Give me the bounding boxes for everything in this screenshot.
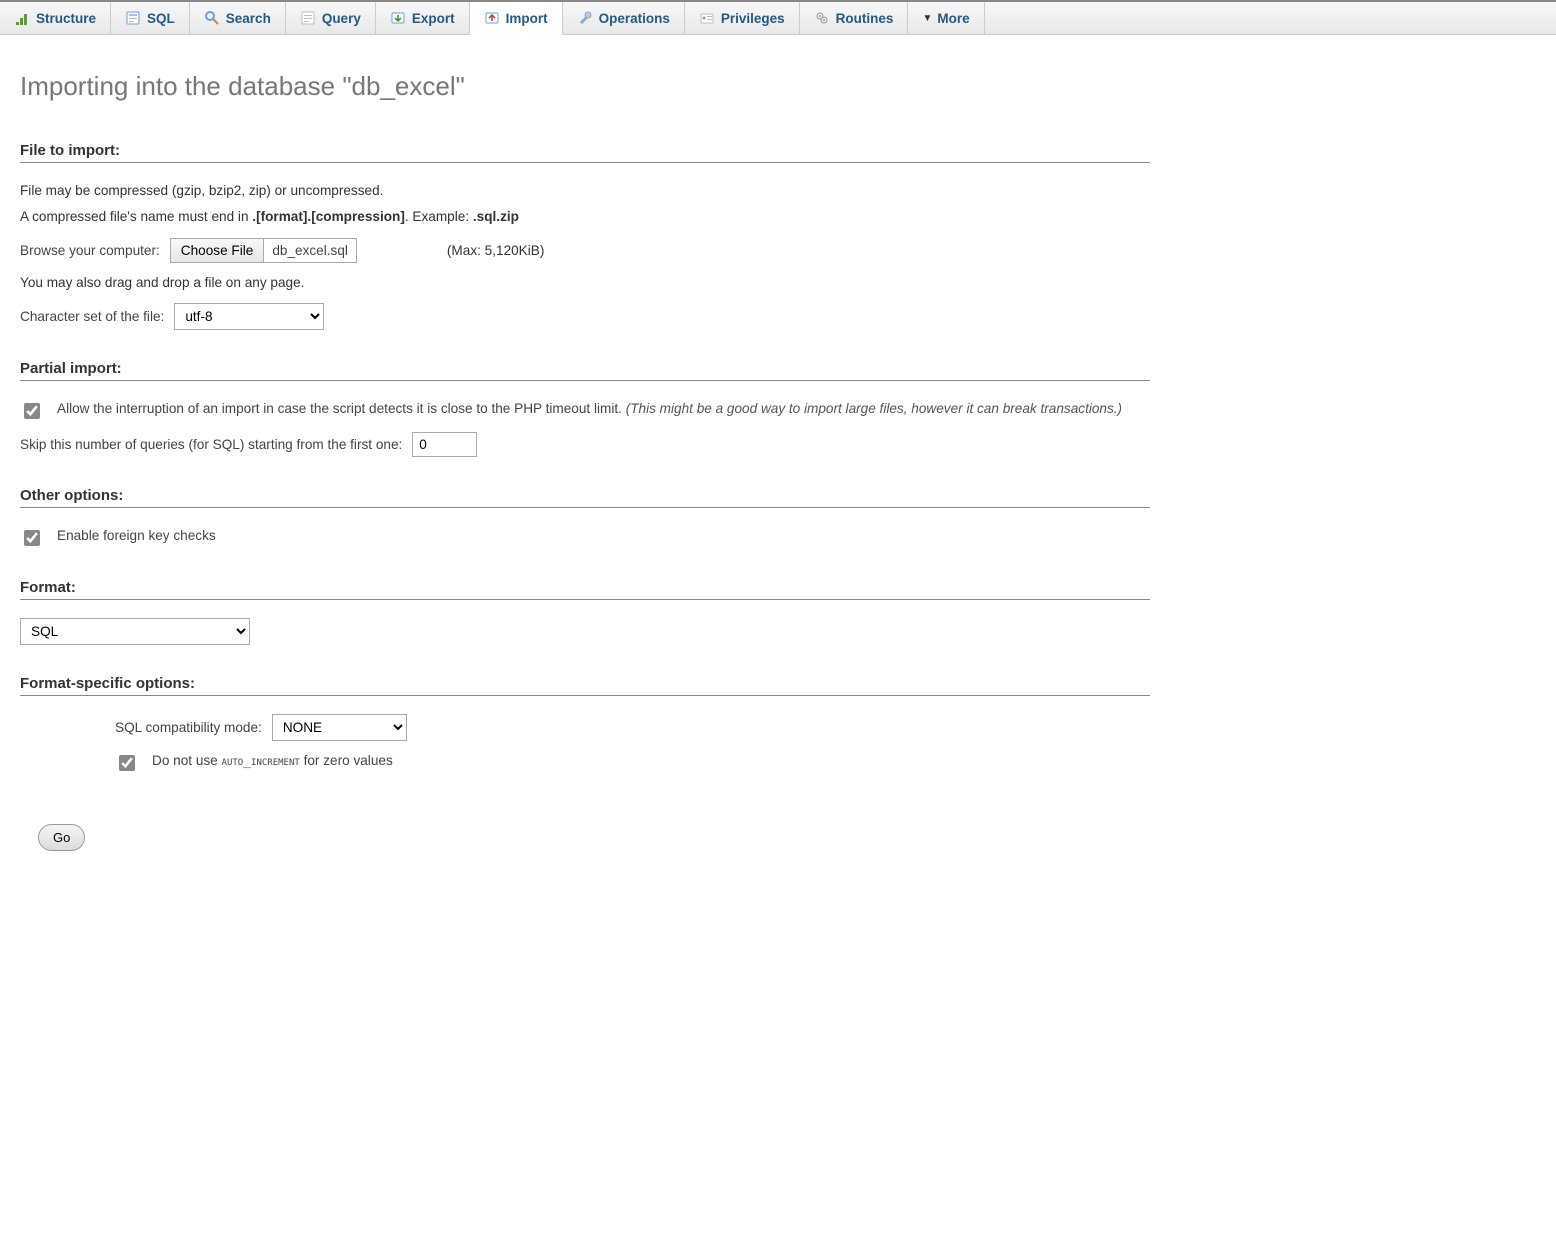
allow-interrupt-checkbox[interactable]	[24, 403, 40, 419]
section-partial-import: Partial import:	[20, 360, 1150, 381]
go-button[interactable]: Go	[38, 824, 85, 851]
export-icon	[390, 10, 406, 26]
choose-file-button[interactable]: Choose File	[171, 239, 265, 262]
tab-label: Operations	[599, 11, 670, 26]
tab-label: Routines	[836, 11, 894, 26]
sql-compat-select[interactable]: NONE	[272, 714, 407, 741]
top-tabs: Structure SQL Search Query Export Import	[0, 0, 1556, 35]
chosen-file-name: db_excel.sql	[264, 239, 356, 262]
fk-checks-label: Enable foreign key checks	[57, 526, 216, 546]
sql-icon	[125, 10, 141, 26]
section-other-options: Other options:	[20, 487, 1150, 508]
no-autoincrement-label: Do not use auto_increment for zero value…	[152, 751, 393, 772]
allow-interrupt-label: Allow the interruption of an import in c…	[57, 399, 1122, 419]
structure-icon	[14, 10, 30, 26]
tab-export[interactable]: Export	[376, 2, 470, 34]
tab-label: Privileges	[721, 11, 785, 26]
skip-queries-label: Skip this number of queries (for SQL) st…	[20, 437, 402, 452]
operations-icon	[577, 10, 593, 26]
routines-icon	[814, 10, 830, 26]
tab-operations[interactable]: Operations	[563, 2, 685, 34]
section-format-specific: Format-specific options:	[20, 675, 1150, 696]
sql-compat-label: SQL compatibility mode:	[115, 720, 262, 735]
tab-import[interactable]: Import	[470, 2, 563, 35]
no-autoincrement-checkbox[interactable]	[119, 755, 135, 771]
tab-label: Export	[412, 11, 455, 26]
search-icon	[204, 10, 220, 26]
query-icon	[300, 10, 316, 26]
chevron-down-icon: ▼	[922, 13, 932, 24]
tab-sql[interactable]: SQL	[111, 2, 190, 34]
tab-label: Search	[226, 11, 271, 26]
file-compressed-note: File may be compressed (gzip, bzip2, zip…	[20, 181, 1150, 201]
fk-checks-checkbox[interactable]	[24, 530, 40, 546]
main-content: Importing into the database "db_excel" F…	[0, 35, 1170, 891]
section-format: Format:	[20, 579, 1150, 600]
section-file-to-import: File to import:	[20, 142, 1150, 163]
dragdrop-note: You may also drag and drop a file on any…	[20, 273, 1150, 293]
privileges-icon	[699, 10, 715, 26]
tab-structure[interactable]: Structure	[0, 2, 111, 34]
charset-select[interactable]: utf-8	[174, 303, 324, 330]
tab-search[interactable]: Search	[190, 2, 286, 34]
tab-more[interactable]: ▼ More	[908, 2, 984, 34]
page-title: Importing into the database "db_excel"	[20, 71, 1150, 102]
tab-label: More	[937, 11, 969, 26]
format-select[interactable]: SQL	[20, 618, 250, 645]
import-icon	[484, 10, 500, 26]
tab-label: Structure	[36, 11, 96, 26]
tab-label: Query	[322, 11, 361, 26]
file-name-rule: A compressed file's name must end in .[f…	[20, 207, 1150, 227]
tab-label: Import	[506, 11, 548, 26]
max-size-label: (Max: 5,120KiB)	[447, 243, 544, 258]
tab-routines[interactable]: Routines	[800, 2, 909, 34]
tab-privileges[interactable]: Privileges	[685, 2, 800, 34]
skip-queries-input[interactable]	[412, 432, 477, 457]
tab-label: SQL	[147, 11, 175, 26]
tab-query[interactable]: Query	[286, 2, 376, 34]
browse-label: Browse your computer:	[20, 243, 160, 258]
charset-label: Character set of the file:	[20, 309, 164, 324]
